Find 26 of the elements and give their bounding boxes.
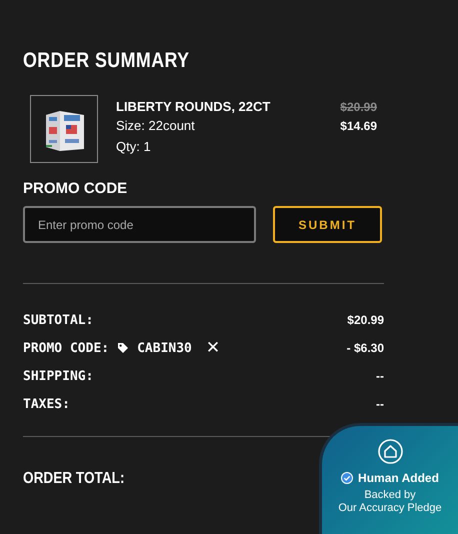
product-name: LIBERTY ROUNDS, 22CT [116, 99, 270, 115]
promo-code: CABIN30 [137, 340, 192, 356]
submit-button[interactable]: SUBMIT [273, 206, 382, 243]
promo-code-label: PROMO CODE [23, 180, 128, 198]
order-summary-heading: ORDER SUMMARY [23, 48, 190, 73]
summary-label: SHIPPING: [23, 368, 94, 384]
house-icon [378, 439, 402, 464]
summary-label: PROMO CODE: [23, 340, 110, 356]
product-quantity: Qty: 1 [116, 138, 152, 156]
badge-subtitle: Backed by [364, 489, 416, 502]
product-size: Size: 22count [116, 117, 196, 135]
summary-label: TAXES: [23, 396, 70, 412]
summary-value: - $6.30 [346, 341, 384, 355]
badge-pledge: Our Accuracy Pledge [338, 502, 442, 515]
remove-promo-button[interactable]: ✕ [204, 338, 222, 358]
summary-label: SUBTOTAL: [23, 312, 94, 328]
promo-code-field[interactable]: Enter promo code [23, 206, 256, 243]
order-total-label: ORDER TOTAL: [23, 470, 124, 488]
summary-value: $20.99 [347, 313, 384, 327]
summary-value: -- [376, 397, 384, 411]
summary-value: -- [376, 369, 384, 383]
check-icon [341, 472, 354, 484]
badge-title: Human Added [358, 471, 439, 485]
sale-price: $14.69 [340, 118, 377, 135]
original-price: $20.99 [340, 99, 377, 115]
tag-icon [117, 342, 130, 354]
